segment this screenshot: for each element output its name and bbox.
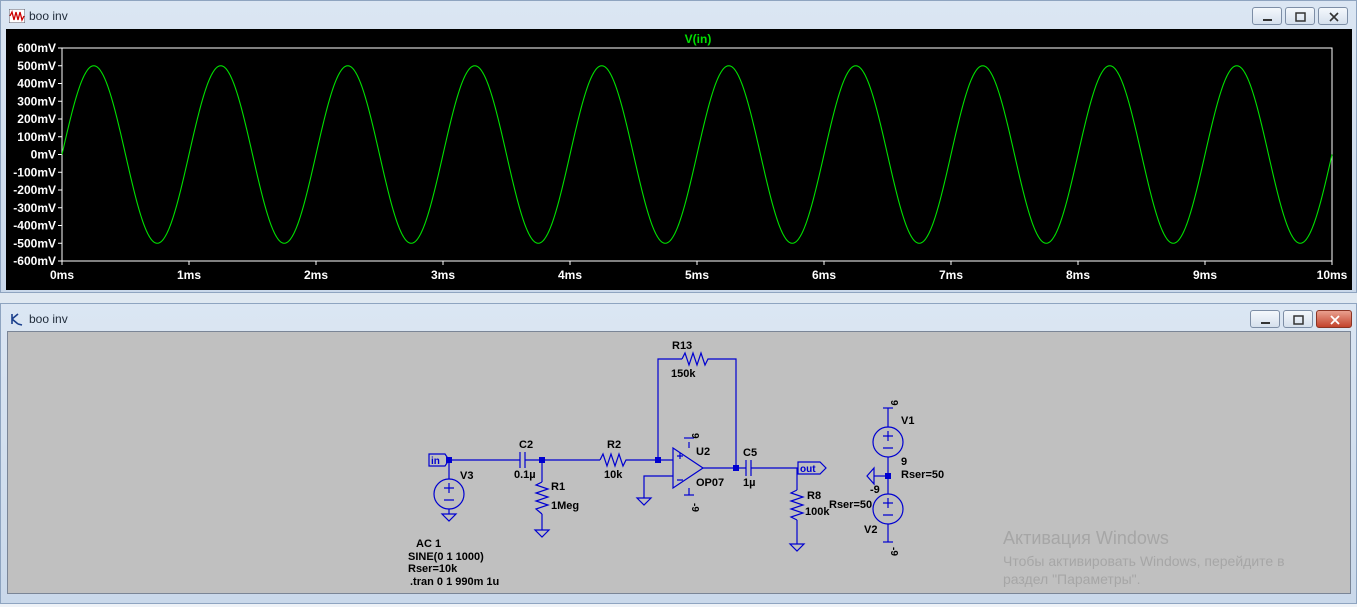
v3-name: V3 <box>460 470 473 482</box>
minimize-icon <box>1263 19 1272 21</box>
r13-value: 150k <box>671 368 696 380</box>
x-tick-label: 10ms <box>1317 268 1348 282</box>
restore-button[interactable] <box>1283 310 1313 328</box>
waveform-chart[interactable]: V(in) 600mV 500mV 400mV 300mV 200mV 100mV 0mV -… <box>6 29 1352 290</box>
capacitor-c5 <box>745 460 756 476</box>
resistor-r1 <box>534 481 550 515</box>
minimize-button[interactable] <box>1252 7 1282 25</box>
ground-r1 <box>533 529 551 538</box>
v2-name: V2 <box>864 524 877 536</box>
v1-bottom-label: 9 <box>901 456 907 468</box>
close-icon <box>1329 12 1339 22</box>
close-icon <box>1330 315 1340 325</box>
schematic-window-title: boo inv <box>29 312 68 326</box>
restore-icon <box>1293 315 1304 325</box>
u2-name: U2 <box>696 446 710 458</box>
y-tick-label: 400mV <box>17 77 56 91</box>
trace-v-in <box>61 65 1333 244</box>
resistor-r2 <box>599 452 628 468</box>
ground-v3 <box>440 513 458 522</box>
ground-supply <box>866 466 875 486</box>
x-tick-label: 3ms <box>431 268 455 282</box>
y-tick-label: -400mV <box>13 219 56 233</box>
y-tick-label: -600mV <box>13 254 56 268</box>
r1-value: 1Meg <box>551 500 579 512</box>
v1-rser: Rser=50 <box>901 469 944 481</box>
x-tick-label: 7ms <box>939 268 963 282</box>
y-tick-label: 200mV <box>17 112 56 126</box>
r1-name: R1 <box>551 481 565 493</box>
waveform-plot[interactable]: V(in) 600mV 500mV 400mV 300mV 200mV 100mV 0mV -… <box>6 29 1352 290</box>
y-tick-label: 300mV <box>17 94 56 108</box>
y-tick-label: 600mV <box>17 41 56 55</box>
schematic-app-icon <box>11 313 23 326</box>
restore-button[interactable] <box>1285 7 1315 25</box>
waveform-window[interactable]: boo inv V(in) 600mV 500mV 400mV 300mV 200mV 1… <box>0 0 1357 293</box>
y-tick-label: -500mV <box>13 236 56 250</box>
watermark-title: Активация Windows <box>1003 528 1169 548</box>
y-tick-label: 500mV <box>17 59 56 73</box>
y-tick-label: -200mV <box>13 183 56 197</box>
schematic-canvas[interactable]: R13 150k C2 0.1µ R2 10k U2 OP07 C5 1µ R1… <box>7 331 1351 594</box>
close-button[interactable] <box>1318 7 1348 25</box>
r13-name: R13 <box>672 340 692 352</box>
c2-value: 0.1µ <box>514 469 536 481</box>
r8-value: 100k <box>805 506 830 518</box>
close-button[interactable] <box>1316 310 1352 328</box>
v3-spec-ac: AC 1 <box>416 538 441 550</box>
schematic-window[interactable]: boo inv R13 150k C2 0.1µ R2 10k U2 OP07 … <box>0 303 1357 604</box>
watermark-line-2: раздел "Параметры". <box>1003 571 1141 587</box>
capacitor-c2 <box>519 452 530 468</box>
x-tick-label: 5ms <box>685 268 709 282</box>
schematic-titlebar[interactable]: boo inv <box>1 304 1356 332</box>
chart-title: V(in) <box>685 32 712 46</box>
r2-value: 10k <box>604 469 623 481</box>
u2-model: OP07 <box>696 477 724 489</box>
v1-top-label: 9 <box>888 400 899 406</box>
c5-value: 1µ <box>743 477 755 489</box>
c2-name: C2 <box>519 439 533 451</box>
r2-name: R2 <box>607 439 621 451</box>
tran-directive[interactable]: .tran 0 1 990m 1u <box>410 576 499 588</box>
v1-name: V1 <box>901 415 914 427</box>
minimize-button[interactable] <box>1250 310 1280 328</box>
waveform-titlebar[interactable]: boo inv <box>1 1 1356 29</box>
net-label-out: out <box>800 464 816 475</box>
x-tick-label: 0ms <box>50 268 74 282</box>
minimize-icon <box>1261 322 1270 324</box>
resistor-r8 <box>789 489 805 521</box>
net-label-in: in <box>431 456 440 467</box>
resistor-r13 <box>681 351 710 367</box>
ground-r8 <box>788 543 806 552</box>
u2-supply-plus: 9 <box>689 433 700 439</box>
x-tick-label: 6ms <box>812 268 836 282</box>
v2-top-label: -9 <box>870 484 880 496</box>
r8-name: R8 <box>807 490 821 502</box>
y-tick-label: -300mV <box>13 201 56 215</box>
y-tick-label: 100mV <box>17 130 56 144</box>
y-tick-label: -100mV <box>13 165 56 179</box>
c5-name: C5 <box>743 447 757 459</box>
watermark-line-1: Чтобы активировать Windows, перейдите в <box>1003 553 1285 569</box>
waveform-app-icon <box>9 9 25 23</box>
schematic-drawing[interactable]: R13 150k C2 0.1µ R2 10k U2 OP07 C5 1µ R1… <box>8 332 1352 595</box>
x-tick-label: 4ms <box>558 268 582 282</box>
v3-spec-sine: SINE(0 1 1000) <box>408 551 484 563</box>
x-tick-label: 9ms <box>1193 268 1217 282</box>
x-tick-label: 1ms <box>177 268 201 282</box>
v2-bottom-label: -9 <box>888 547 899 556</box>
v2-rser: Rser=50 <box>829 499 872 511</box>
waveform-window-title: boo inv <box>29 9 68 23</box>
u2-supply-minus: -9 <box>689 503 700 512</box>
v3-spec-rser: Rser=10k <box>408 563 458 575</box>
y-tick-label: 0mV <box>31 148 56 162</box>
restore-icon <box>1295 12 1306 22</box>
x-tick-label: 2ms <box>304 268 328 282</box>
x-tick-label: 8ms <box>1066 268 1090 282</box>
ground-opamp <box>635 497 653 506</box>
